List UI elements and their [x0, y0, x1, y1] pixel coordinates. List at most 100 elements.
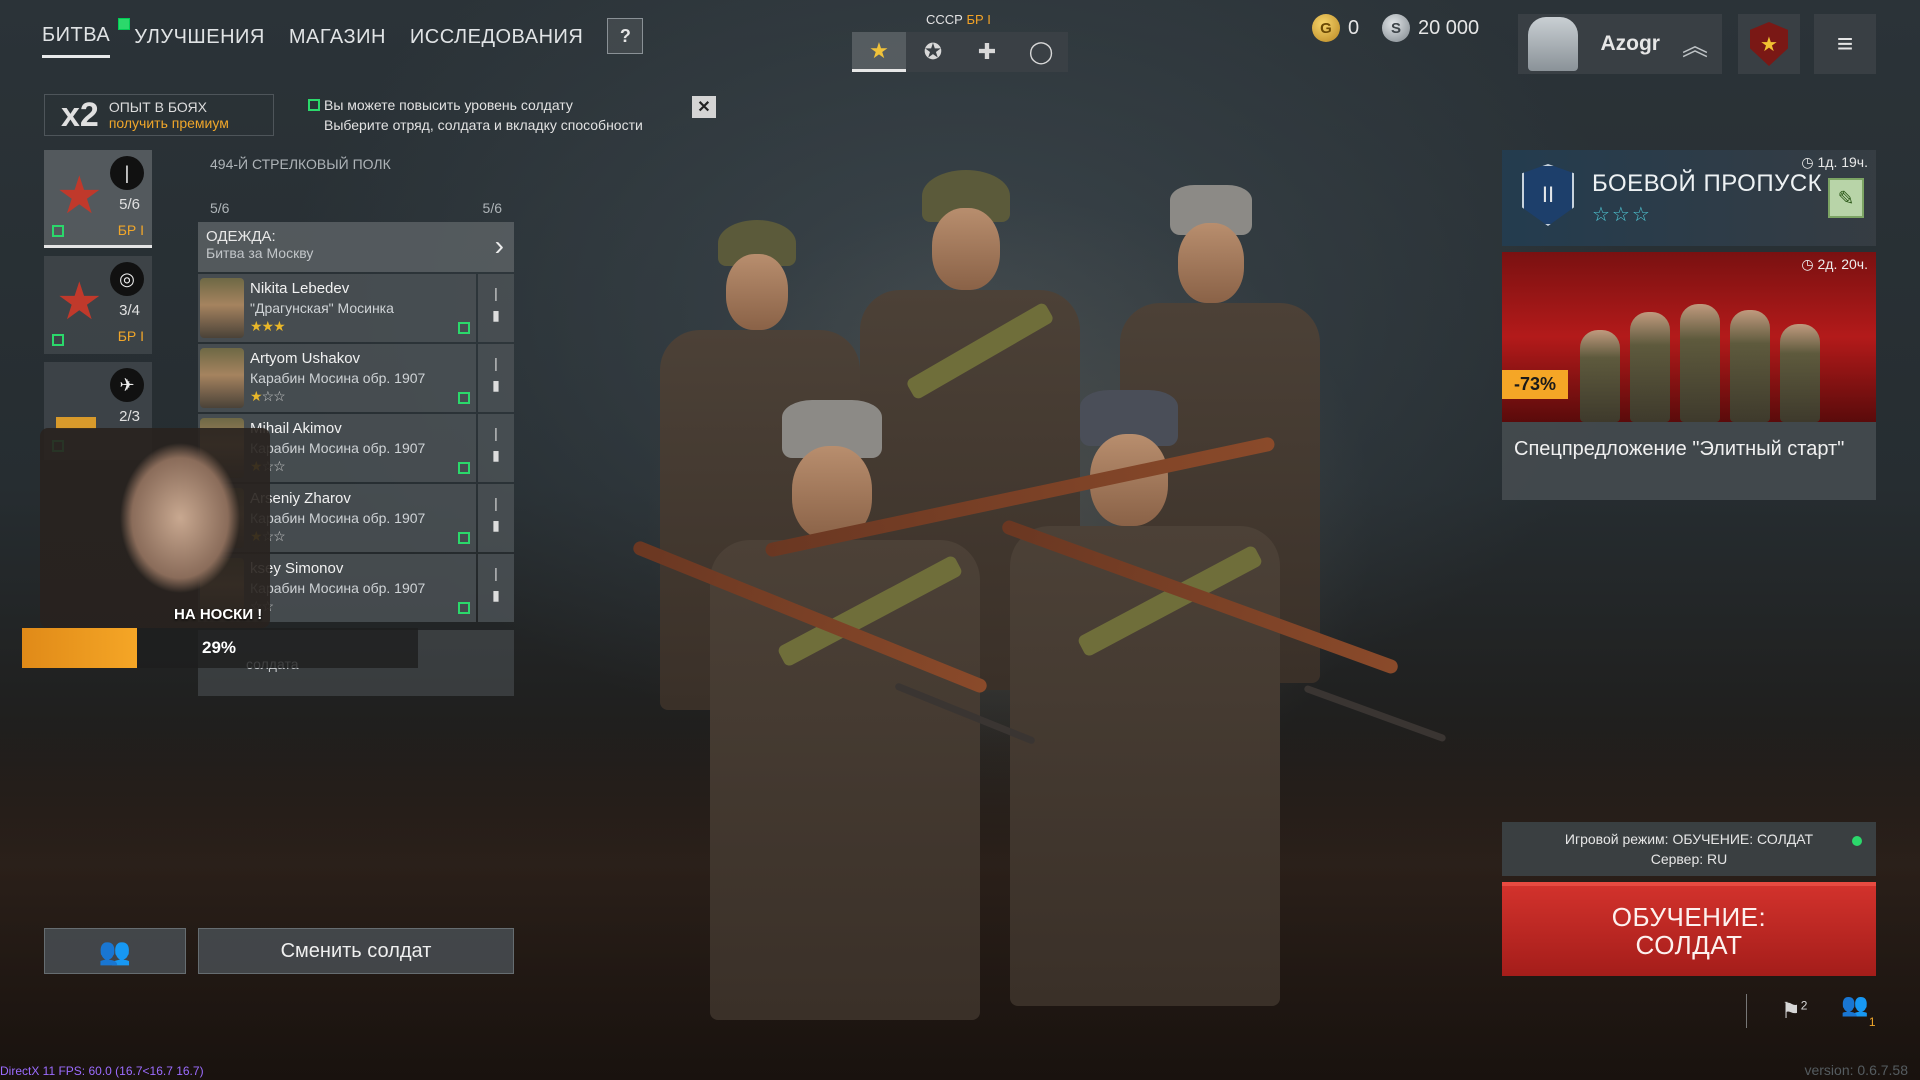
levelup-notification: Вы можете повысить уровень солдату Выбер… [308, 95, 643, 135]
soldier-equipment-slots[interactable]: | ▮ [478, 344, 514, 412]
nation-label: СССР БР I [926, 12, 991, 27]
soldier-row[interactable]: Nikita Lebedev "Драгунская" Мосинка ★★★ [198, 274, 476, 342]
star-circle-filter-icon[interactable]: ✪ [906, 32, 960, 72]
help-button[interactable]: ? [607, 18, 644, 54]
silver-currency[interactable]: S 20 000 [1382, 14, 1479, 42]
battle-pass-card[interactable]: II БОЕВОЙ ПРОПУСК ☆☆☆ ◷ 1д. 19ч. ✎ [1502, 150, 1876, 246]
stream-label: НА НОСКИ ! [174, 606, 263, 623]
profile-button[interactable]: Azogr ︽ [1518, 14, 1722, 74]
new-indicator-icon [118, 18, 130, 30]
squad-count: 2/3 [119, 408, 140, 425]
outfit-value: Битва за Москву [206, 245, 314, 261]
special-offer-card[interactable]: ◷ 2д. 20ч. -73% Спецпредложение "Элитный… [1502, 252, 1876, 500]
battle-pass-stars: ☆☆☆ [1592, 204, 1652, 226]
exp-premium-box[interactable]: x2 ОПЫТ В БОЯХ получить премиум [44, 94, 274, 136]
soldier-weapon: Карабин Мосина обр. 1907 [250, 510, 426, 526]
outfit-label: ОДЕЖДА: [206, 228, 276, 245]
battle-pass-title: БОЕВОЙ ПРОПУСК [1592, 170, 1823, 197]
outfit-selector[interactable]: ОДЕЖДА: Битва за Москву › [198, 222, 514, 272]
tab-shop[interactable]: МАГАЗИН [289, 26, 386, 57]
exp-label: ОПЫТ В БОЯХ [108, 99, 207, 115]
battle-pass-timer: ◷ 1д. 19ч. [1801, 154, 1868, 170]
play-button[interactable]: ОБУЧЕНИЕ: СОЛДАТ [1502, 882, 1876, 976]
star-filter-icon[interactable]: ★ [852, 32, 906, 72]
squad-br: БР I [117, 328, 144, 344]
tab-battle[interactable]: БИТВА [42, 24, 111, 58]
squad-card-1[interactable]: ★ | 5/6 БР I [44, 150, 152, 248]
rifleman-class-icon: | [110, 156, 144, 190]
reward-icon: ✎ [1828, 178, 1864, 218]
soldier-name: Artyom Ushakov [250, 350, 361, 367]
soldier-weapon: Карабин Мосина обр. 1907 [250, 580, 426, 596]
sniper-class-icon: ◎ [110, 262, 144, 296]
levelup-indicator-icon [458, 462, 470, 474]
tab-research[interactable]: ИССЛЕДОВАНИЯ [410, 26, 583, 57]
friends-button[interactable]: 👥1 [1841, 992, 1875, 1029]
battle-pass-emblem-icon: II [1522, 164, 1574, 226]
squad-br: БР I [117, 222, 144, 238]
shield-star-icon: ★ [1750, 22, 1788, 66]
squad-card-2[interactable]: ★ ◎ 3/4 БР I [44, 256, 152, 354]
nation-br: БР I [966, 12, 991, 27]
flag-button[interactable]: ⚑2 [1781, 998, 1807, 1024]
tab-battle-wrap: БИТВА [42, 18, 130, 58]
levelup-indicator-icon [458, 322, 470, 334]
friends-icon: 👥 [1841, 992, 1869, 1017]
squad-emblem-icon: ★ [56, 167, 103, 225]
clock-icon: ◷ [1801, 154, 1818, 170]
silver-amount: 20 000 [1418, 16, 1480, 39]
gold-currency[interactable]: G 0 [1312, 14, 1359, 42]
squad-count: 3/4 [119, 302, 140, 319]
notification-line1: Вы можете повысить уровень солдату [324, 97, 573, 113]
soldier-portrait [200, 348, 244, 408]
soldier-name: Nikita Lebedev [250, 280, 350, 297]
offer-soldier-figure [1630, 312, 1670, 422]
vehicle-class-icon: ✈ [110, 368, 144, 402]
circle-filter-icon[interactable]: ◯ [1014, 32, 1068, 72]
soldier-equipment-slots[interactable]: | ▮ [478, 414, 514, 482]
tab-upgrades[interactable]: УЛУЧШЕНИЯ [134, 26, 265, 57]
offer-soldier-figure [1680, 304, 1720, 422]
offer-soldier-figure [1580, 330, 1620, 422]
avatar [1528, 17, 1579, 71]
change-soldier-button[interactable]: Сменить солдат [198, 928, 514, 974]
soldier-equipment-slots[interactable]: | ▮ [478, 554, 514, 622]
chevron-right-icon: › [494, 230, 504, 261]
levelup-indicator-icon [458, 532, 470, 544]
soldier-row[interactable]: Artyom Ushakov Карабин Мосина обр. 1907 … [198, 344, 476, 412]
server-label: Сервер: RU [1650, 851, 1728, 867]
cross-filter-icon[interactable]: ✚ [960, 32, 1014, 72]
version-label: version: 0.6.7.58 [1804, 1062, 1908, 1078]
profile-name: Azogr [1600, 32, 1660, 55]
soldier-equipment-slots[interactable]: | ▮ [478, 484, 514, 552]
progress-percent: 29% [202, 638, 237, 657]
soldier-weapon: Карабин Мосина обр. 1907 [250, 440, 426, 456]
hamburger-icon: ≡ [1836, 28, 1854, 59]
soldier-stars: ★★★ [250, 318, 286, 334]
gold-amount: 0 [1348, 16, 1360, 39]
get-premium-link[interactable]: получить премиум [109, 115, 229, 131]
close-icon[interactable]: ✕ [692, 96, 716, 118]
exp-multiplier: x2 [61, 95, 99, 134]
levelup-indicator-icon [458, 602, 470, 614]
soldier-weapon: "Драгунская" Мосинка [250, 300, 394, 316]
soldier-stars: ★☆☆ [250, 388, 286, 404]
game-mode-info[interactable]: Игровой режим: ОБУЧЕНИЕ: СОЛДАТ Сервер: … [1502, 822, 1876, 876]
squads-button[interactable]: 👥 [44, 928, 186, 974]
play-button-line1: ОБУЧЕНИЕ: [1611, 902, 1767, 932]
levelup-indicator-icon [52, 334, 64, 346]
divider [1746, 993, 1747, 1028]
play-button-line2: СОЛДАТ [1635, 930, 1743, 960]
progress-fill [22, 628, 137, 668]
game-mode-label: Игровой режим: ОБУЧЕНИЕ: СОЛДАТ [1564, 831, 1814, 847]
levelup-indicator-icon [52, 225, 64, 237]
levelup-indicator-icon [458, 392, 470, 404]
levelup-indicator-icon [308, 99, 320, 111]
achievements-button[interactable]: ★ [1738, 14, 1800, 74]
regiment-header: 494-Й СТРЕЛКОВЫЙ ПОЛК 5/6 5/6 [198, 150, 514, 222]
squad-count: 5/6 [119, 196, 140, 213]
soldier-weapon: Карабин Мосина обр. 1907 [250, 370, 426, 386]
menu-button[interactable]: ≡ [1814, 14, 1876, 74]
soldier-equipment-slots[interactable]: | ▮ [478, 274, 514, 342]
stream-progress-bar: 29% [22, 628, 418, 668]
